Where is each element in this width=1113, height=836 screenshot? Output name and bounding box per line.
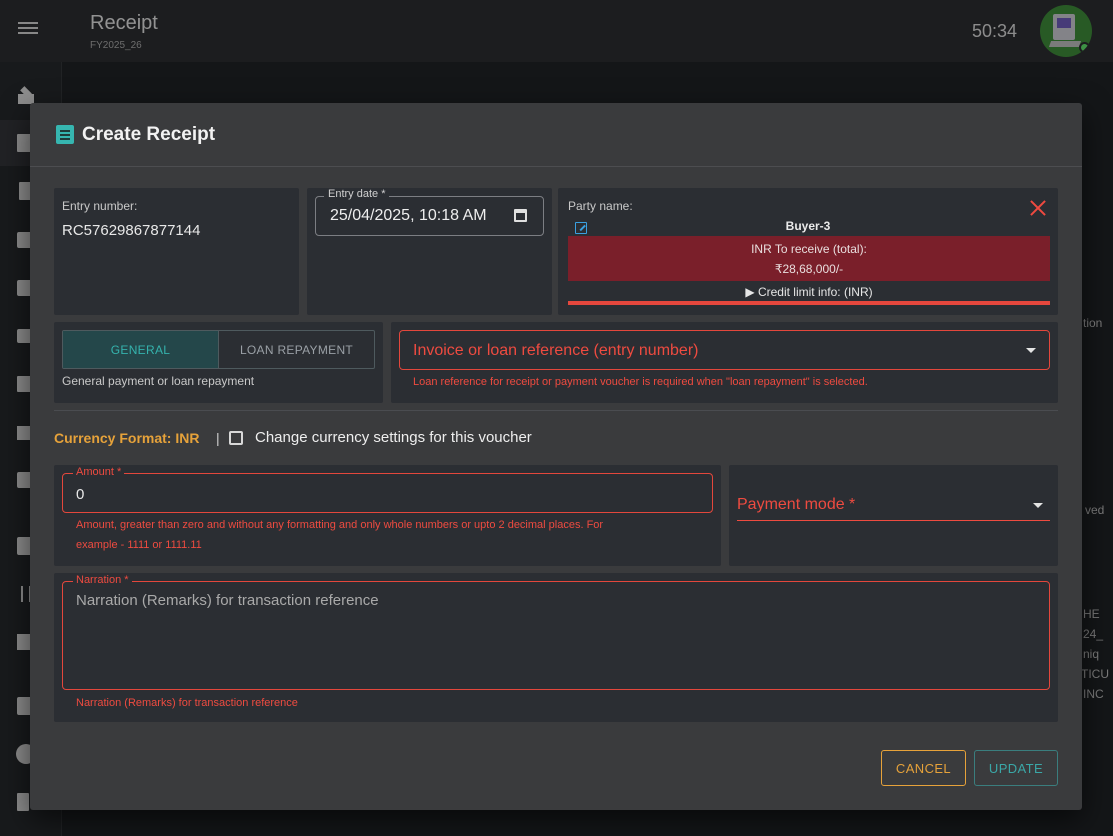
party-name-value: Buyer-3: [785, 219, 831, 233]
payment-mode-underline: [737, 520, 1050, 521]
amount-error-line2: example - 1111 or 1111.11: [76, 539, 202, 551]
cancel-button[interactable]: CANCEL: [881, 750, 966, 786]
entry-number-card: Entry number: RC57629867877144: [54, 188, 299, 315]
divider: [54, 410, 1058, 411]
currency-format: Currency Format: INR: [54, 430, 200, 446]
entry-number-label: Entry number:: [62, 199, 138, 213]
reference-error: Loan reference for receipt or payment vo…: [413, 376, 868, 388]
party-name-label: Party name:: [568, 199, 633, 213]
currency-settings-label[interactable]: Change currency settings for this vouche…: [255, 429, 532, 446]
receive-total-value: ₹28,68,000/-: [774, 262, 844, 276]
credit-limit-bar: [568, 301, 1050, 305]
chevron-down-icon[interactable]: [1033, 503, 1043, 508]
create-receipt-dialog: Create Receipt Entry number: RC576298678…: [30, 103, 1082, 810]
narration-label: Narration *: [73, 574, 132, 586]
receipt-icon: [56, 125, 74, 144]
amount-input[interactable]: [62, 473, 713, 513]
narration-placeholder: Narration (Remarks) for transaction refe…: [76, 592, 379, 609]
narration-helper: Narration (Remarks) for transaction refe…: [76, 697, 298, 709]
payment-mode-label[interactable]: Payment mode *: [737, 496, 855, 514]
calendar-icon[interactable]: [514, 209, 527, 222]
receive-total-label: INR To receive (total):: [751, 242, 867, 256]
general-button[interactable]: GENERAL: [63, 331, 218, 368]
entry-number-value: RC57629867877144: [62, 222, 201, 239]
payment-type-helper: General payment or loan repayment: [62, 374, 255, 388]
currency-settings-checkbox[interactable]: [229, 431, 243, 445]
reference-placeholder: Invoice or loan reference (entry number): [413, 342, 699, 359]
loan-repayment-button[interactable]: LOAN REPAYMENT: [218, 331, 374, 368]
amount-value[interactable]: 0: [76, 486, 84, 503]
amount-error-line1: Amount, greater than zero and without an…: [76, 519, 604, 531]
dialog-header: Create Receipt: [30, 103, 1082, 167]
amount-label: Amount *: [73, 466, 125, 478]
entry-date-label: Entry date *: [324, 188, 390, 200]
dialog-title: Create Receipt: [82, 124, 216, 145]
update-button[interactable]: UPDATE: [974, 750, 1058, 786]
payment-type-toggle: GENERAL LOAN REPAYMENT: [62, 330, 375, 369]
credit-limit-toggle[interactable]: ▶ Credit limit info: (INR): [568, 285, 1050, 299]
separator: |: [216, 430, 220, 446]
payment-mode-card: [729, 465, 1058, 566]
entry-date-value[interactable]: 25/04/2025, 10:18 AM: [330, 207, 487, 225]
close-icon[interactable]: [1029, 199, 1047, 217]
chevron-down-icon[interactable]: [1026, 348, 1036, 353]
